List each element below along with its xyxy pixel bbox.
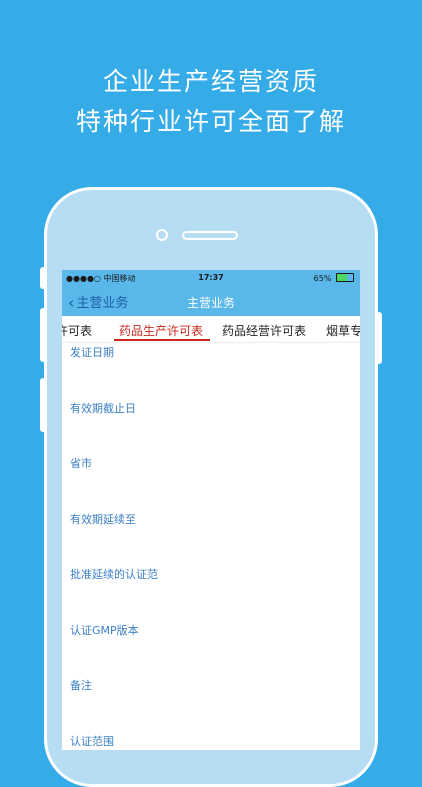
field-label-certification-scope: 认证范围 [70,735,114,748]
camera-icon [156,229,168,241]
promo-line-2: 特种行业许可全面了解 [75,107,346,136]
active-tab-indicator [114,339,210,341]
nav-bar: ‹ 主营业务 主营业务 [62,286,360,316]
phone-screen: ●●●●○ 中国移动 17:37 65% ‹ 主营业务 主营业务 许可表 药品生产… [62,270,360,750]
field-label-remarks: 备注 [70,679,92,692]
field-label-issue-date: 发证日期 [70,346,114,359]
tab-bar: 许可表 药品生产许可表 药品经营许可表 烟草专 [62,316,360,343]
field-label-extended-until: 有效期延续至 [70,513,136,526]
tab-drug-business-license[interactable]: 药品经营许可表 [222,322,306,339]
promo-line-1: 企业生产经营资质 [102,67,319,96]
battery-percent: 65% [313,274,332,283]
field-label-expiry-date: 有效期截止日 [70,402,136,415]
battery-icon [336,273,354,282]
field-label-approved-extension-scope: 批准延续的认证范 [70,568,158,581]
field-label-province: 省市 [70,457,92,470]
battery-fill [337,274,348,281]
speaker-grille [182,231,238,240]
status-bar: ●●●●○ 中国移动 17:37 65% [62,270,360,286]
page-title: 主营业务 [186,296,235,310]
field-label-gmp-version: 认证GMP版本 [70,624,139,637]
tab-license-table[interactable]: 许可表 [62,322,92,339]
tab-drug-production-license[interactable]: 药品生产许可表 [119,322,203,339]
battery-status: 65% [314,273,354,283]
tab-tobacco[interactable]: 烟草专 [326,322,360,339]
